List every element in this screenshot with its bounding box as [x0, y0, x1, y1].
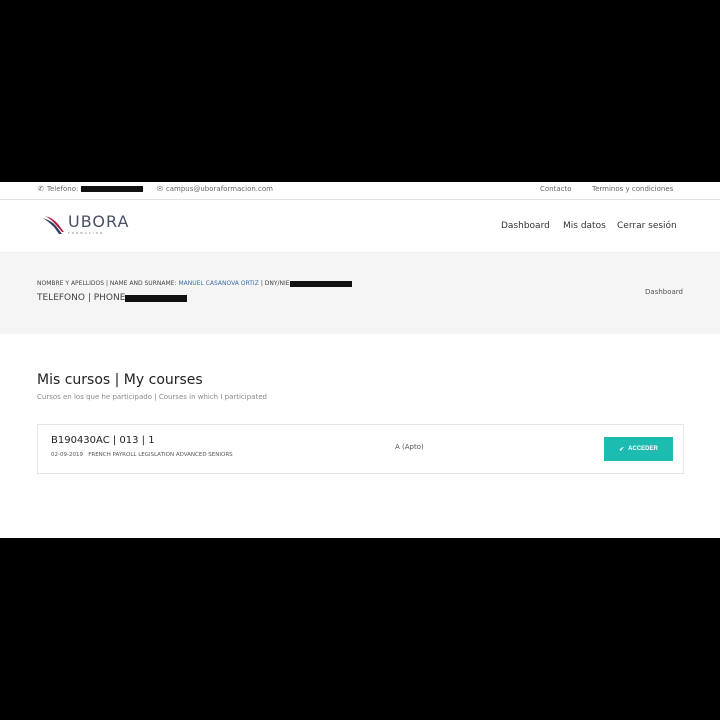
logo-bird-icon [43, 216, 64, 234]
logo-tagline: FORMACION [68, 231, 105, 235]
name-value: MANUEL CASANOVA ORTIZ [178, 280, 259, 287]
top-contact-bar: ✆ Telefono: ✉ campus@uboraformacion.com … [0, 182, 720, 200]
mail-icon: ✉ [157, 185, 163, 193]
profile-phone-row: TELEFONO | PHONE [37, 293, 188, 303]
profile-info-bar: NOMBRE Y APELLIDOS | NAME AND SURNAME: M… [0, 254, 720, 334]
acceder-button[interactable]: ✔ ACCEDER [604, 437, 673, 461]
course-date: 02-09-2019 [51, 452, 83, 458]
redacted-id [289, 280, 352, 287]
courses-subtitle: Cursos en los que he participado | Cours… [37, 393, 267, 401]
profile-phone-label: TELEFONO | PHONE [37, 293, 126, 303]
course-name: FRENCH PAYROLL LEGISLATION ADVANCED SENI… [88, 452, 233, 458]
id-label: | DNY/NIE [260, 280, 290, 287]
redacted-phone [81, 186, 144, 192]
web-page: ✆ Telefono: ✉ campus@uboraformacion.com … [0, 182, 720, 538]
course-grade: A (Apto) [395, 443, 424, 451]
redacted-profile-phone [125, 294, 188, 302]
nav-mis-datos[interactable]: Mis datos [563, 221, 606, 231]
check-icon: ✔ [619, 446, 625, 453]
terms-link[interactable]: Terminos y condiciones [592, 185, 673, 193]
phone-info: ✆ Telefono: [38, 185, 144, 193]
main-navbar: UBORA FORMACION Dashboard Mis datos Cerr… [0, 200, 720, 252]
course-card: B190430AC | 013 | 1 02-09-2019 FRENCH PA… [37, 424, 684, 474]
email-text[interactable]: campus@uboraformacion.com [166, 185, 273, 193]
name-label: NOMBRE Y APELLIDOS | NAME AND SURNAME: [37, 280, 177, 287]
phone-icon: ✆ [38, 185, 44, 193]
course-code: B190430AC | 013 | 1 [51, 435, 155, 446]
logo-text: UBORA [68, 212, 130, 231]
ubora-logo[interactable]: UBORA FORMACION [42, 212, 130, 235]
courses-title: Mis cursos | My courses [37, 372, 203, 388]
email-info[interactable]: ✉ campus@uboraformacion.com [157, 185, 273, 193]
nav-dashboard[interactable]: Dashboard [501, 221, 550, 231]
breadcrumb[interactable]: Dashboard [645, 288, 683, 296]
contact-link[interactable]: Contacto [540, 185, 572, 193]
phone-label: Telefono: [46, 185, 79, 193]
profile-name-row: NOMBRE Y APELLIDOS | NAME AND SURNAME: M… [37, 280, 352, 287]
course-meta: 02-09-2019 FRENCH PAYROLL LEGISLATION AD… [51, 452, 233, 458]
acceder-label: ACCEDER [628, 446, 658, 452]
nav-cerrar-sesion[interactable]: Cerrar sesión [617, 221, 677, 231]
